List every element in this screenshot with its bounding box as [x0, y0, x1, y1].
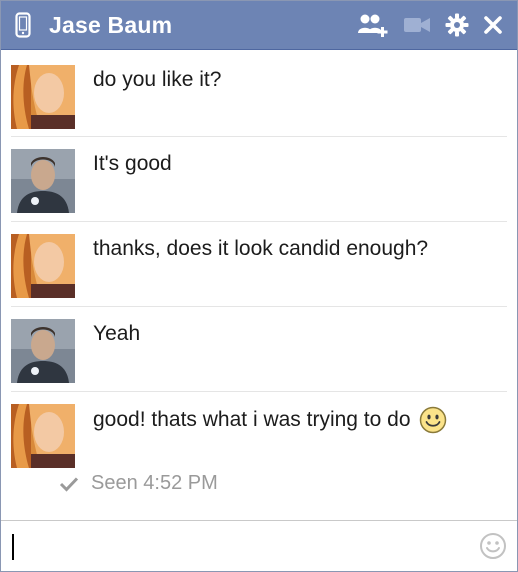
- avatar[interactable]: [11, 65, 75, 129]
- avatar[interactable]: [11, 234, 75, 298]
- gear-icon[interactable]: [445, 13, 469, 37]
- message-text: Yeah: [93, 322, 141, 345]
- seen-status: Seen 4:52 PM: [59, 472, 507, 495]
- avatar[interactable]: [11, 404, 75, 468]
- close-icon[interactable]: [483, 15, 503, 35]
- checkmark-icon: [59, 476, 79, 492]
- avatar[interactable]: [11, 149, 75, 213]
- video-call-icon[interactable]: [403, 15, 431, 35]
- message-composer: [1, 520, 517, 571]
- message-text: It's good: [93, 152, 172, 175]
- message-row: thanks, does it look candid enough?: [11, 222, 507, 307]
- message-text: thanks, does it look candid enough?: [93, 237, 429, 260]
- text-caret: [12, 534, 14, 560]
- chat-window: Jase Baum do you like it? It's good than…: [0, 0, 518, 572]
- phone-icon: [15, 12, 45, 38]
- smiley-icon: [419, 406, 447, 434]
- add-friends-icon[interactable]: [357, 13, 389, 37]
- seen-label: Seen 4:52 PM: [91, 472, 218, 494]
- chat-title[interactable]: Jase Baum: [49, 12, 343, 39]
- message-row: Yeah: [11, 307, 507, 392]
- message-row: good! thats what i was trying to do: [11, 392, 507, 470]
- title-actions: [343, 13, 503, 37]
- message-text-with-emoji: good! thats what i was trying to do: [93, 406, 447, 434]
- message-row: It's good: [11, 137, 507, 222]
- chat-titlebar[interactable]: Jase Baum: [1, 1, 517, 50]
- smiley-icon[interactable]: [479, 532, 507, 565]
- message-list: do you like it? It's good thanks, does i…: [1, 50, 517, 495]
- message-input[interactable]: [1, 521, 467, 571]
- avatar[interactable]: [11, 319, 75, 383]
- message-text: do you like it?: [93, 68, 222, 91]
- message-row: do you like it?: [11, 50, 507, 137]
- message-text: good! thats what i was trying to do: [93, 408, 411, 431]
